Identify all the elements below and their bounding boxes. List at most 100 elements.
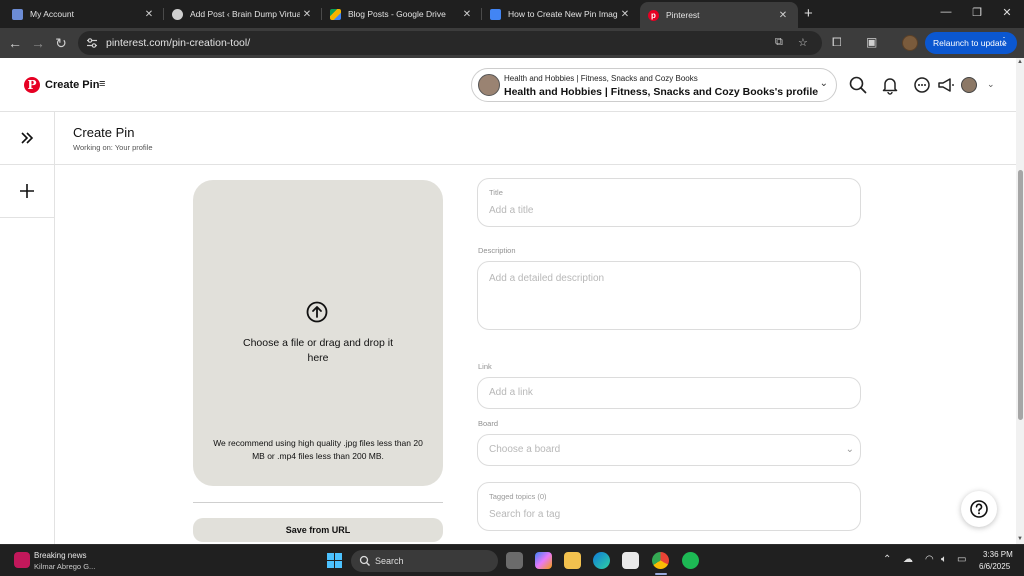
hamburger-menu-icon[interactable]: ≡: [99, 78, 105, 90]
close-tab-icon[interactable]: ✕: [618, 9, 632, 20]
microsoft-store-icon[interactable]: [622, 552, 639, 569]
search-label: Search: [375, 556, 404, 566]
tab-my-account[interactable]: My Account ✕: [4, 0, 164, 28]
address-bar[interactable]: pinterest.com/pin-creation-tool/ ⧉ ☆: [78, 31, 822, 55]
news-title[interactable]: Breaking news: [34, 551, 86, 560]
pinterest-logo-icon[interactable]: P: [24, 77, 40, 93]
browser-toolbar: ← → ↻ pinterest.com/pin-creation-tool/ ⧉…: [0, 28, 1024, 58]
more-menu-icon[interactable]: ⋮: [999, 36, 1009, 47]
side-panel-icon[interactable]: ▣: [866, 35, 877, 49]
minimize-icon[interactable]: —: [936, 6, 956, 18]
tab-pinterest[interactable]: p Pinterest ✕: [640, 2, 798, 28]
taskbar-search[interactable]: Search: [351, 550, 498, 572]
news-widget-icon[interactable]: [14, 552, 30, 568]
link-placeholder: Add a link: [489, 387, 533, 398]
scroll-down-icon[interactable]: ▼: [1017, 536, 1023, 542]
close-tab-icon[interactable]: ✕: [460, 9, 474, 20]
restore-icon[interactable]: ❐: [967, 6, 987, 19]
task-view-icon[interactable]: [506, 552, 523, 569]
account-favicon: [12, 8, 23, 20]
close-tab-icon[interactable]: ✕: [142, 9, 156, 20]
notifications-bell-icon[interactable]: [880, 75, 900, 95]
tab-google-doc[interactable]: How to Create New Pin Images ✕: [482, 0, 640, 28]
page-title: Create Pin: [73, 125, 135, 140]
close-tab-icon[interactable]: ✕: [300, 9, 314, 20]
url-text: pinterest.com/pin-creation-tool/: [106, 37, 251, 49]
wordpress-favicon: [172, 8, 183, 20]
title-field[interactable]: Title Add a title: [477, 178, 861, 227]
tab-title: How to Create New Pin Images: [508, 9, 618, 19]
upload-prompt: Choose a file or drag and drop it here: [242, 337, 393, 364]
spotify-icon[interactable]: [682, 552, 699, 569]
windows-start-icon[interactable]: [327, 553, 342, 568]
window-close-icon[interactable]: ✕: [997, 6, 1017, 19]
profile-name-main: Health and Hobbies | Fitness, Snacks and…: [504, 86, 819, 98]
account-chevron-icon[interactable]: ⌄: [987, 79, 995, 90]
google-docs-favicon: [490, 8, 501, 20]
scrollbar-thumb[interactable]: [1018, 170, 1023, 420]
reload-icon[interactable]: ↻: [52, 34, 70, 52]
plus-icon: [20, 184, 34, 198]
creation-sidebar: [0, 112, 55, 544]
news-subtitle[interactable]: Kilmar Abrego G...: [34, 562, 95, 571]
description-placeholder: Add a detailed description: [489, 273, 605, 284]
megaphone-icon[interactable]: [936, 75, 956, 95]
pinterest-page: P Create Pin ≡ Health and Hobbies | Fitn…: [0, 58, 1016, 544]
clock-date[interactable]: 6/6/2025: [979, 562, 1010, 571]
tab-google-drive[interactable]: Blog Posts - Google Drive ✕: [322, 0, 482, 28]
user-avatar[interactable]: [961, 77, 977, 93]
browser-profile-avatar[interactable]: [902, 35, 918, 51]
file-explorer-icon[interactable]: [564, 552, 581, 569]
board-dropdown[interactable]: Choose a board ⌄: [477, 434, 861, 466]
expand-sidebar-button[interactable]: [0, 112, 54, 165]
media-upload-dropzone[interactable]: Choose a file or drag and drop it here W…: [193, 180, 443, 486]
help-question-icon: [970, 500, 988, 518]
link-label: Link: [478, 362, 492, 371]
tab-add-post[interactable]: Add Post ‹ Brain Dump Virtual · ✕: [164, 0, 322, 28]
active-app-indicator: [655, 573, 667, 575]
site-info-icon[interactable]: [86, 37, 98, 49]
tagged-topics-placeholder: Search for a tag: [489, 509, 561, 520]
wifi-icon[interactable]: ◠: [925, 554, 934, 565]
show-hidden-icons-chevron-icon[interactable]: ⌃: [883, 554, 891, 565]
new-tab-icon[interactable]: +: [804, 5, 813, 22]
link-field[interactable]: Add a link: [477, 377, 861, 409]
upload-arrow-icon: [306, 301, 328, 323]
chrome-icon[interactable]: [652, 552, 669, 569]
install-app-icon[interactable]: ⧉: [775, 36, 783, 49]
description-field[interactable]: Add a detailed description: [477, 261, 861, 330]
extensions-icon[interactable]: ⧠: [832, 35, 842, 50]
onedrive-cloud-icon[interactable]: ☁: [903, 554, 913, 565]
search-icon: [359, 555, 370, 566]
tab-title: My Account: [30, 9, 74, 19]
chevron-down-icon: ⌄: [819, 78, 828, 89]
search-icon[interactable]: [848, 75, 868, 95]
tagged-topics-field[interactable]: Tagged topics (0) Search for a tag: [477, 482, 861, 531]
profile-name-small: Health and Hobbies | Fitness, Snacks and…: [504, 74, 698, 83]
chevron-down-icon: ⌄: [845, 444, 854, 455]
clock-time[interactable]: 3:36 PM: [983, 550, 1013, 559]
relaunch-button[interactable]: Relaunch to update ⋮: [925, 32, 1017, 54]
volume-icon[interactable]: 🔈︎: [941, 554, 947, 565]
save-from-url-button[interactable]: Save from URL: [193, 518, 443, 542]
help-button[interactable]: [961, 491, 997, 527]
relaunch-label: Relaunch to update: [933, 38, 1007, 48]
scroll-up-icon[interactable]: ▲: [1017, 59, 1023, 65]
bookmark-star-icon[interactable]: ☆: [798, 36, 808, 49]
title-placeholder: Add a title: [489, 205, 534, 216]
google-drive-favicon: [330, 8, 341, 20]
add-draft-button[interactable]: [0, 165, 54, 218]
tagged-topics-label: Tagged topics (0): [489, 492, 547, 501]
tab-title: Add Post ‹ Brain Dump Virtual ·: [190, 9, 300, 19]
profile-selector[interactable]: Health and Hobbies | Fitness, Snacks and…: [471, 68, 837, 102]
upload-recommendation: We recommend using high quality .jpg fil…: [213, 438, 423, 461]
profile-avatar: [478, 74, 500, 96]
close-tab-icon[interactable]: ✕: [776, 10, 790, 21]
messages-icon[interactable]: [912, 75, 932, 95]
back-icon[interactable]: ←: [6, 34, 24, 52]
copilot-icon[interactable]: [535, 552, 552, 569]
forward-icon[interactable]: →: [29, 34, 47, 52]
working-on-label: Working on: Your profile: [73, 143, 153, 152]
edge-icon[interactable]: [593, 552, 610, 569]
battery-icon[interactable]: ▭: [957, 554, 966, 565]
